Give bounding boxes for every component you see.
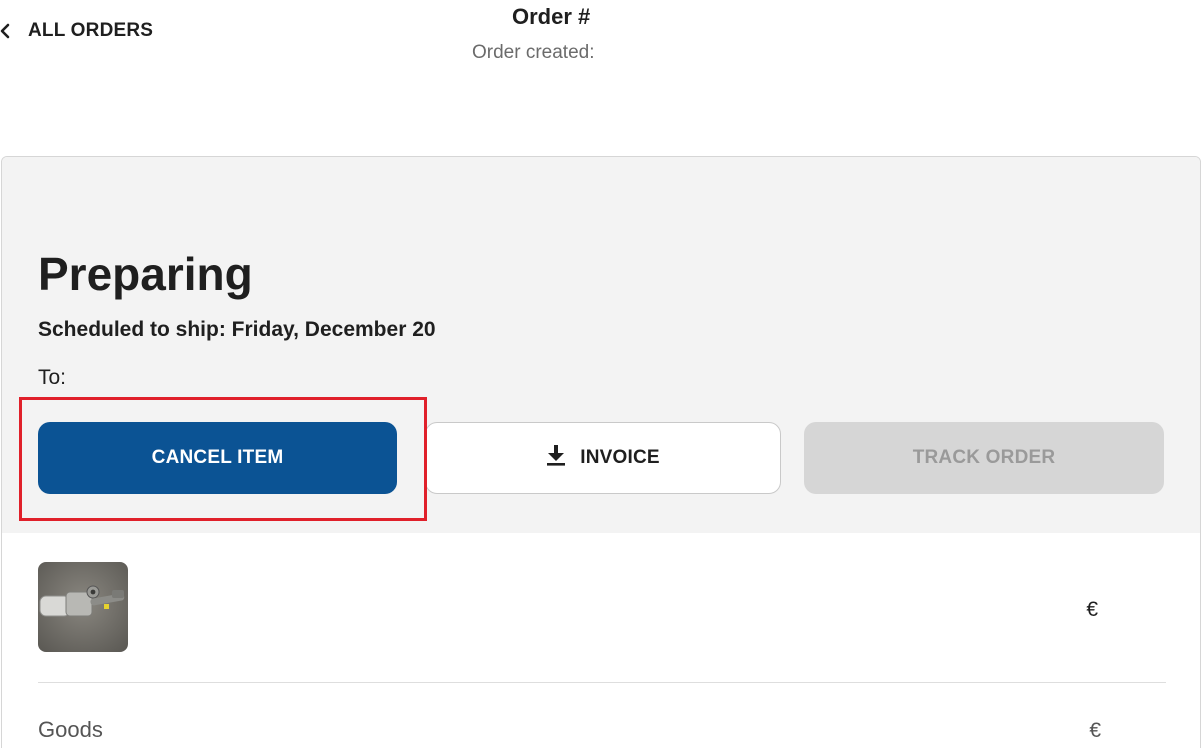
track-order-button[interactable]: TRACK ORDER [804, 422, 1164, 494]
track-order-label: TRACK ORDER [912, 447, 1056, 468]
ship-to-text: To: [38, 366, 67, 389]
order-number-title: Order # [512, 4, 591, 29]
all-orders-label: ALL ORDERS [28, 20, 154, 41]
goods-value: € [1089, 719, 1101, 742]
scheduled-ship-text: Scheduled to ship: Friday, December 20 [38, 318, 436, 341]
download-icon [546, 444, 566, 472]
cancel-item-label: CANCEL ITEM [151, 447, 284, 468]
summary-divider [38, 682, 1166, 683]
chevron-left-icon [0, 18, 16, 44]
product-thumbnail[interactable] [38, 562, 128, 652]
goods-label: Goods [38, 717, 103, 742]
order-created-text: Order created: [472, 42, 595, 63]
order-card: Preparing Scheduled to ship: Friday, Dec… [1, 156, 1201, 748]
order-item-row: € [38, 562, 1166, 654]
status-title: Preparing [38, 248, 253, 300]
order-details-page: ALL ORDERS Order # Order created: Prepar… [0, 0, 1202, 748]
item-price: € [1086, 598, 1098, 621]
invoice-label: INVOICE [580, 447, 660, 468]
all-orders-link[interactable]: ALL ORDERS [0, 18, 153, 44]
status-panel: Preparing Scheduled to ship: Friday, Dec… [2, 157, 1200, 533]
invoice-button[interactable]: INVOICE [425, 422, 781, 494]
cancel-item-button[interactable]: CANCEL ITEM [38, 422, 397, 494]
